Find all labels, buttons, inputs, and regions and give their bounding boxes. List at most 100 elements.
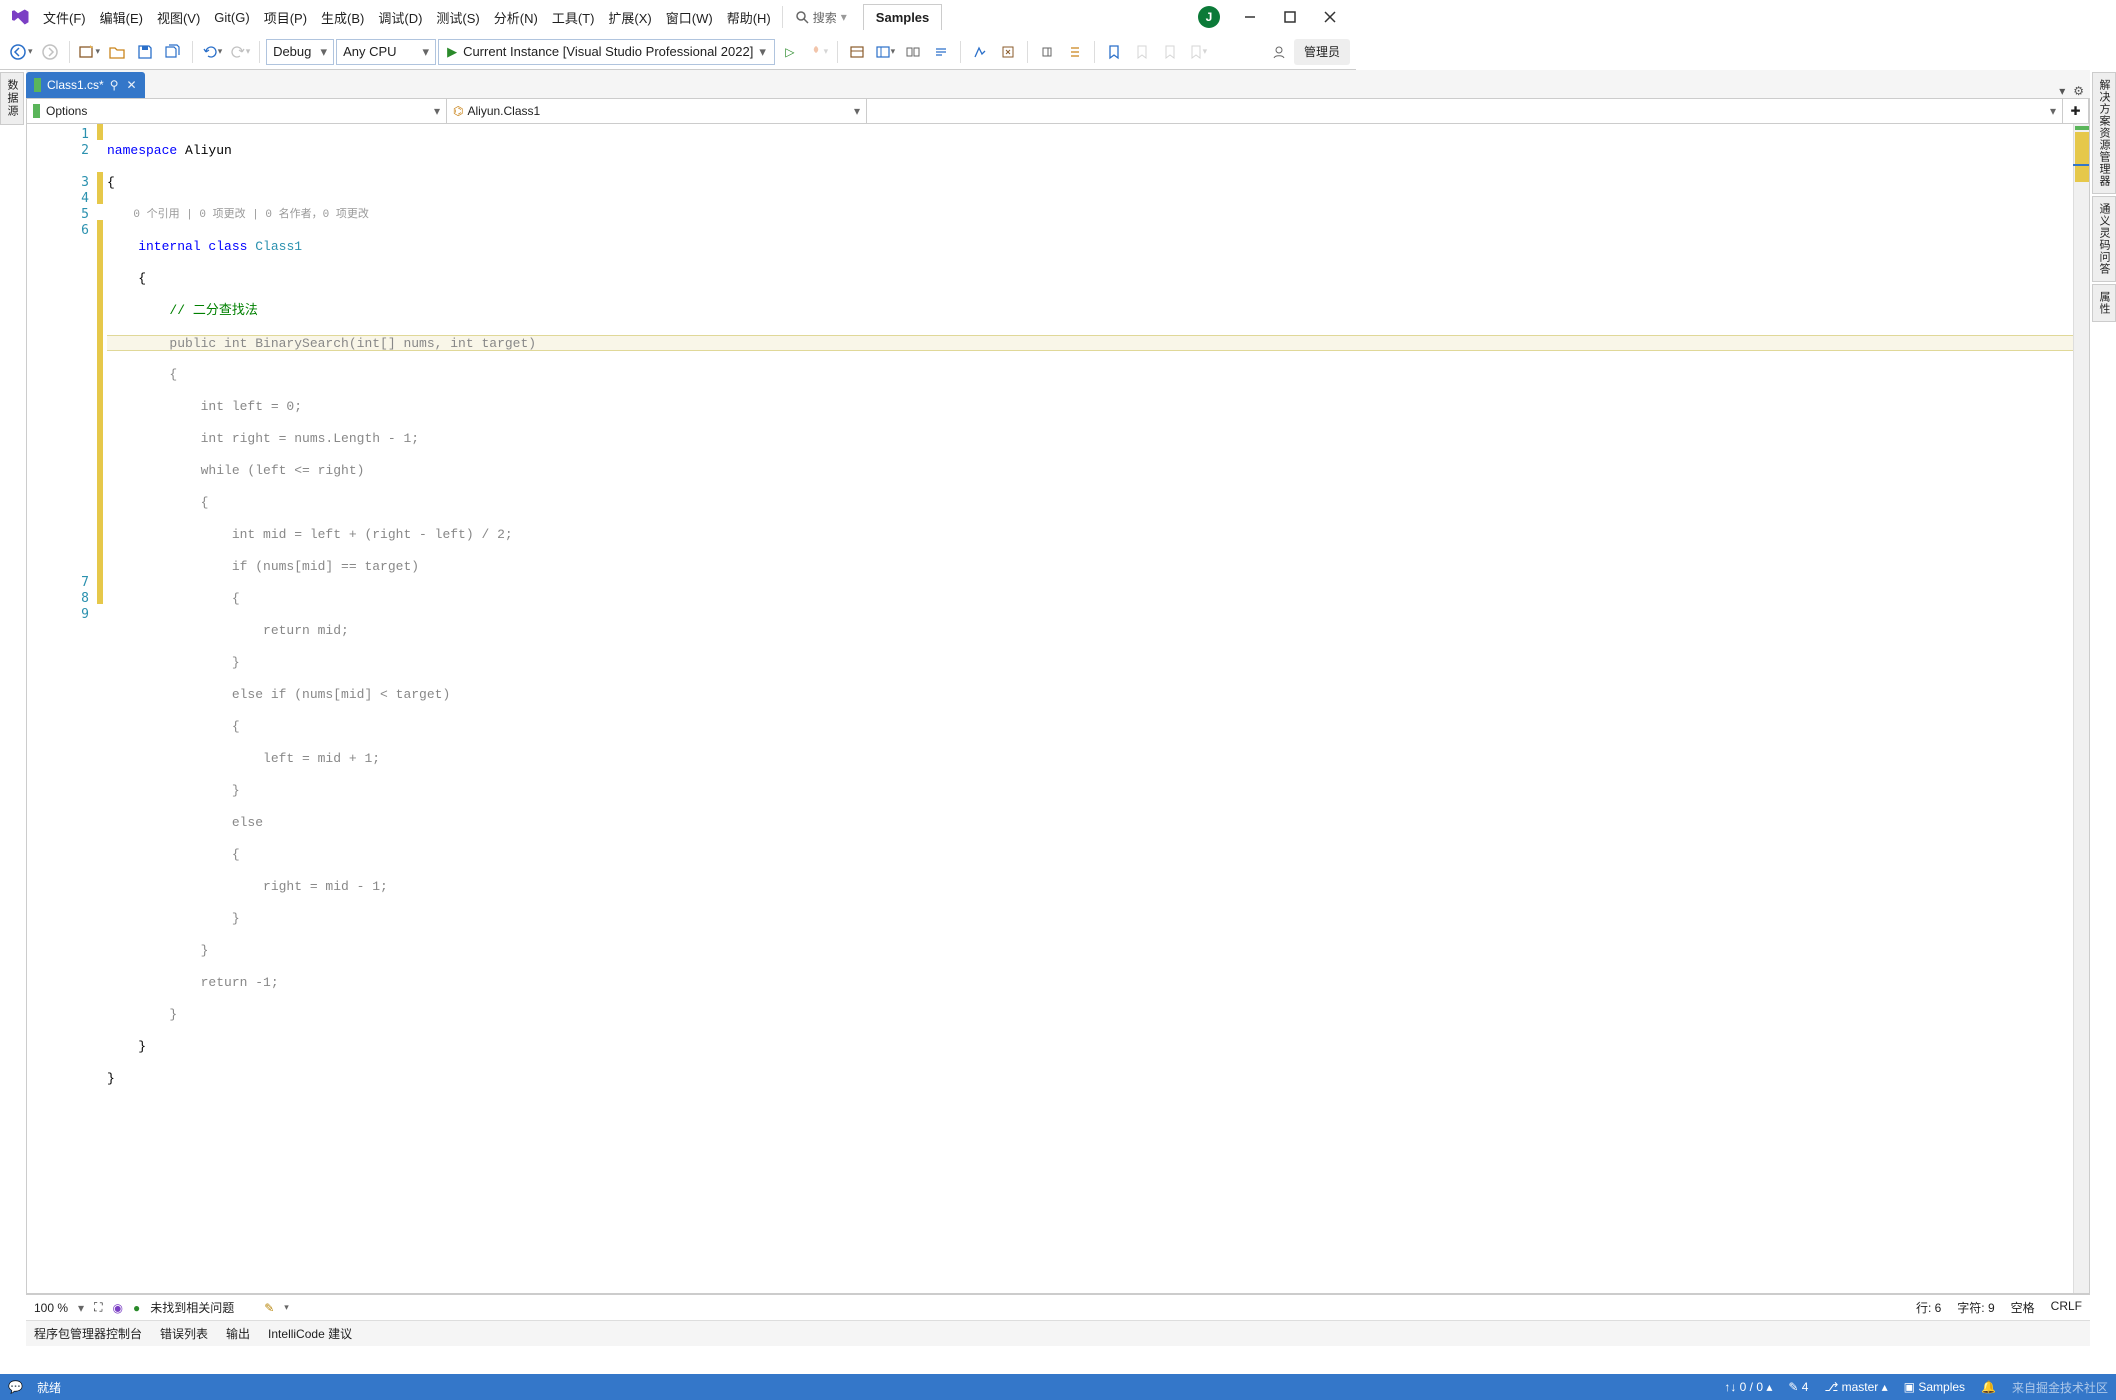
zoom-level[interactable]: 100 % [34, 1301, 68, 1315]
git-sync[interactable]: ↑↓ 0 / 0 ▴ [1724, 1380, 1772, 1394]
side-tab-properties[interactable]: 属性 [2092, 284, 2116, 322]
window-close-button[interactable] [1310, 3, 1350, 31]
platform-combo[interactable]: Any CPU▾ [336, 39, 436, 65]
search-placeholder: 搜索 [813, 9, 837, 26]
tab-output[interactable]: 输出 [226, 1325, 250, 1342]
nav-forward-button[interactable] [37, 39, 63, 65]
cursor-col: 字符: 9 [1957, 1299, 1994, 1316]
tab-filename: Class1.cs* [47, 78, 104, 92]
toolbox-button-6[interactable] [995, 39, 1021, 65]
map-scrollbar[interactable] [2073, 124, 2089, 1293]
pin-icon[interactable]: ⚲ [110, 78, 119, 92]
toolbox-button-1[interactable] [844, 39, 870, 65]
intellicode-icon[interactable]: ◉ [112, 1301, 122, 1315]
brush-status-icon[interactable]: ✎ [264, 1301, 274, 1315]
line-gutter: 123456789 [27, 124, 97, 1293]
tab-intellicode[interactable]: IntelliCode 建议 [268, 1325, 352, 1342]
nav-add-button[interactable]: ✚ [2063, 99, 2089, 123]
project-icon [33, 104, 40, 118]
side-tabs-right: 解决方案资源管理器 通义灵码问答 属性 [2092, 72, 2116, 324]
side-tab-tongyi[interactable]: 通义灵码问答 [2092, 196, 2116, 282]
nav-class-combo[interactable]: ⌬Aliyun.Class1▾ [447, 99, 867, 123]
admin-badge: 管理员 [1294, 39, 1350, 65]
nav-project-combo[interactable]: Options▾ [27, 99, 447, 123]
tab-settings-icon[interactable]: ⚙ [2073, 84, 2084, 98]
status-ready: 就绪 [37, 1379, 61, 1396]
menu-extensions[interactable]: 扩展(X) [601, 4, 658, 31]
play-icon: ▶ [447, 44, 457, 60]
user-avatar[interactable]: J [1198, 6, 1220, 28]
class-icon: ⌬ [453, 104, 463, 118]
start-without-debug-button[interactable]: ▷ [777, 39, 803, 65]
toolbox-button-7[interactable] [1034, 39, 1060, 65]
bottom-tool-tabs: 程序包管理器控制台 错误列表 输出 IntelliCode 建议 [26, 1320, 2090, 1346]
start-debug-button[interactable]: ▶Current Instance [Visual Studio Profess… [438, 39, 775, 65]
toolbox-button-4[interactable] [928, 39, 954, 65]
feedback-button[interactable] [1266, 39, 1292, 65]
menu-view[interactable]: 视图(V) [150, 4, 207, 31]
side-tab-datasource[interactable]: 数据源 [0, 72, 24, 125]
tab-package-manager[interactable]: 程序包管理器控制台 [34, 1325, 142, 1342]
bookmark-next-button[interactable] [1157, 39, 1183, 65]
feedback-icon[interactable]: 💬 [8, 1380, 23, 1394]
toolbox-button-8[interactable] [1062, 39, 1088, 65]
cursor-line: 行: 6 [1916, 1299, 1941, 1316]
menu-analyze[interactable]: 分析(N) [487, 4, 545, 31]
line-ending[interactable]: CRLF [2051, 1299, 2082, 1316]
nav-back-button[interactable]: ▾ [6, 39, 35, 65]
menu-test[interactable]: 测试(S) [429, 4, 486, 31]
git-changes[interactable]: ✎ 4 [1788, 1380, 1808, 1394]
watermark-text: 来自掘金技术社区 [2012, 1379, 2108, 1396]
git-branch[interactable]: ⎇ master ▴ [1824, 1380, 1887, 1394]
search-box[interactable]: 搜索 ▾ [787, 7, 855, 28]
insert-mode[interactable]: 空格 [2011, 1299, 2035, 1316]
build-config-combo[interactable]: Debug▾ [266, 39, 334, 65]
window-minimize-button[interactable] [1230, 3, 1270, 31]
toolbox-button-5[interactable] [967, 39, 993, 65]
separator [782, 6, 783, 28]
main-toolbar: ▾ ▾ ▾ ▾ Debug▾ Any CPU▾ ▶Current Instanc… [0, 34, 1356, 70]
new-project-button[interactable]: ▾ [76, 39, 103, 65]
bookmark-prev-button[interactable] [1129, 39, 1155, 65]
menu-debug[interactable]: 调试(D) [371, 4, 429, 31]
menu-tools[interactable]: 工具(T) [545, 4, 602, 31]
bookmark-button[interactable] [1101, 39, 1127, 65]
document-tab-class1[interactable]: Class1.cs* ⚲ ✕ [26, 72, 145, 98]
hot-reload-button[interactable]: ▾ [805, 39, 831, 65]
menu-window[interactable]: 窗口(W) [659, 4, 720, 31]
notifications-icon[interactable]: 🔔 [1981, 1380, 1996, 1394]
menu-bar: 文件(F) 编辑(E) 视图(V) Git(G) 项目(P) 生成(B) 调试(… [0, 0, 1356, 34]
menu-git[interactable]: Git(G) [207, 6, 256, 29]
toolbox-button-3[interactable] [900, 39, 926, 65]
close-tab-icon[interactable]: ✕ [126, 78, 136, 92]
csharp-file-icon [34, 78, 41, 92]
menu-help[interactable]: 帮助(H) [720, 4, 778, 31]
search-icon [795, 10, 809, 24]
editor-status-bar: 100 %▾ ⛶ ◉ ● 未找到相关问题 ✎▾ 行: 6 字符: 9 空格 CR… [26, 1294, 2090, 1320]
tab-overflow-icon[interactable]: ▾ [2059, 84, 2065, 98]
nav-member-combo[interactable]: ▾ [867, 99, 2063, 123]
undo-button[interactable]: ▾ [199, 39, 225, 65]
code-editor[interactable]: 123456789 namespace Aliyun { 0 个引用 | 0 项… [26, 124, 2090, 1294]
menu-project[interactable]: 项目(P) [257, 4, 314, 31]
code-content[interactable]: namespace Aliyun { 0 个引用 | 0 项更改 | 0 名作者… [103, 124, 2073, 1293]
side-tab-solution-explorer[interactable]: 解决方案资源管理器 [2092, 72, 2116, 194]
open-file-button[interactable] [104, 39, 130, 65]
git-repo[interactable]: ▣ Samples [1904, 1380, 1965, 1394]
redo-button[interactable]: ▾ [227, 39, 253, 65]
menu-file[interactable]: 文件(F) [36, 4, 93, 31]
save-all-button[interactable] [160, 39, 186, 65]
save-button[interactable] [132, 39, 158, 65]
bookmark-clear-button[interactable]: ▾ [1185, 39, 1211, 65]
menu-edit[interactable]: 编辑(E) [93, 4, 150, 31]
document-area: Class1.cs* ⚲ ✕ ▾ ⚙ Options▾ ⌬Aliyun.Clas… [26, 70, 2090, 1346]
status-bar: 💬 就绪 ↑↓ 0 / 0 ▴ ✎ 4 ⎇ master ▴ ▣ Samples… [0, 1374, 2116, 1400]
tab-error-list[interactable]: 错误列表 [160, 1325, 208, 1342]
toolbox-button-2[interactable]: ▾ [872, 39, 898, 65]
error-lens-icon[interactable]: ⛶ [94, 1300, 102, 1315]
ok-check-icon: ● [133, 1301, 140, 1315]
window-maximize-button[interactable] [1270, 3, 1310, 31]
menu-build[interactable]: 生成(B) [314, 4, 371, 31]
navigation-bar: Options▾ ⌬Aliyun.Class1▾ ▾ ✚ [26, 98, 2090, 124]
solution-name-tab[interactable]: Samples [863, 4, 942, 30]
